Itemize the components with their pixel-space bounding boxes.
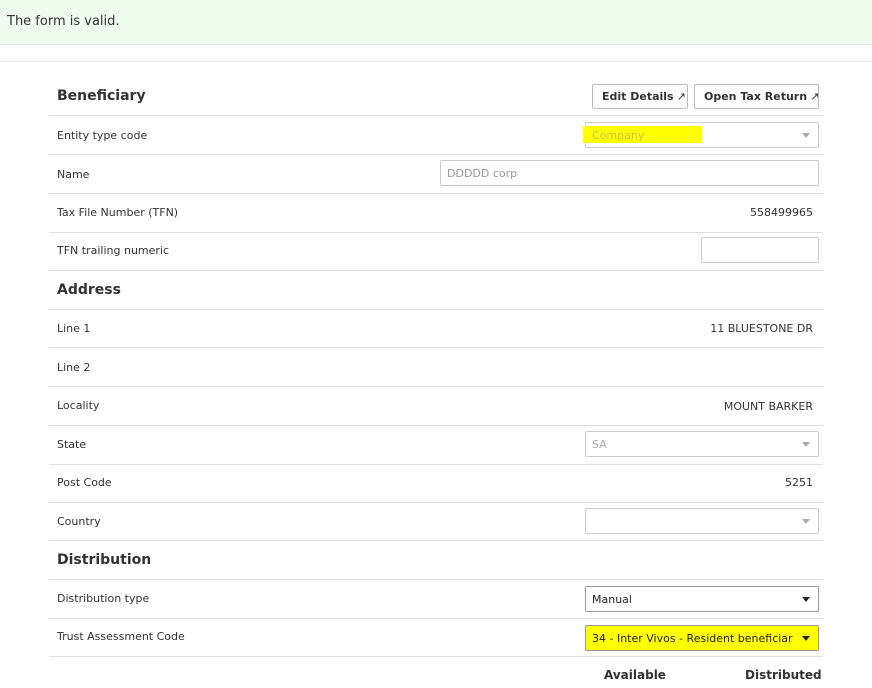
external-link-icon: ↗ xyxy=(810,90,820,103)
entity-type-select[interactable]: Company xyxy=(583,122,819,148)
edit-details-label: Edit Details xyxy=(602,90,674,103)
country-select[interactable] xyxy=(585,508,819,534)
distribution-header: Distribution xyxy=(49,541,823,580)
section-title-beneficiary: Beneficiary xyxy=(57,88,146,104)
line1-label: Line 1 xyxy=(57,322,91,335)
trust-code-label: Trust Assessment Code xyxy=(57,630,185,643)
validation-banner: The form is valid. xyxy=(0,0,872,45)
form-row-entity-type: Entity type code Company xyxy=(49,116,823,155)
form-row-distribution-type: Distribution type Manual xyxy=(49,580,823,619)
distribution-type-select[interactable]: Manual xyxy=(585,586,819,612)
form-row-state: State SA xyxy=(49,426,823,465)
tfn-trailing-input[interactable] xyxy=(701,237,819,263)
state-label: State xyxy=(57,438,87,451)
form-row-postcode: Post Code 5251 xyxy=(49,465,823,503)
form-row-tfn: Tax File Number (TFN) 558499965 xyxy=(49,194,823,233)
edit-details-button[interactable]: Edit Details ↗ xyxy=(592,84,688,109)
name-input[interactable]: DDDDD corp xyxy=(440,160,819,186)
name-label: Name xyxy=(57,168,90,181)
state-value: SA xyxy=(592,438,607,451)
distribution-type-label: Distribution type xyxy=(57,592,150,605)
name-value: DDDDD corp xyxy=(447,167,518,180)
distribution-type-value: Manual xyxy=(592,593,632,606)
external-link-icon: ↗ xyxy=(676,90,686,103)
open-tax-return-label: Open Tax Return xyxy=(704,90,808,103)
trust-code-value: 34 - Inter Vivos - Resident beneficiar xyxy=(592,632,793,645)
form-row-country: Country xyxy=(49,503,823,541)
state-select[interactable]: SA xyxy=(585,431,819,457)
locality-value: MOUNT BARKER xyxy=(723,400,813,413)
entity-type-label: Entity type code xyxy=(57,129,148,142)
chevron-down-icon xyxy=(802,133,810,138)
trust-code-select[interactable]: 34 - Inter Vivos - Resident beneficiar xyxy=(585,625,819,651)
form-row-tfn-trailing: TFN trailing numeric xyxy=(49,232,823,271)
form-row-line2: Line 2 xyxy=(49,348,823,387)
postcode-label: Post Code xyxy=(57,476,112,489)
locality-label: Locality xyxy=(57,399,100,412)
tfn-value: 558499965 xyxy=(750,206,813,219)
section-title-address: Address xyxy=(57,282,121,298)
postcode-value: 5251 xyxy=(785,476,813,489)
form-row-trust-code: Trust Assessment Code 34 - Inter Vivos -… xyxy=(49,619,823,657)
line1-value: 11 BLUESTONE DR xyxy=(710,322,813,335)
form-row-line1: Line 1 11 BLUESTONE DR xyxy=(49,310,823,348)
section-title-distribution: Distribution xyxy=(57,552,152,568)
tfn-label: Tax File Number (TFN) xyxy=(57,206,179,219)
divider xyxy=(0,61,872,62)
validation-message: The form is valid. xyxy=(7,14,120,29)
column-header-available: Available xyxy=(604,668,666,682)
chevron-down-icon xyxy=(802,597,810,602)
form-row-locality: Locality MOUNT BARKER xyxy=(49,387,823,426)
form-row-name: Name DDDDD corp xyxy=(49,155,823,194)
open-tax-return-button[interactable]: Open Tax Return ↗ xyxy=(694,84,819,109)
line2-label: Line 2 xyxy=(57,361,91,374)
entity-type-value: Company xyxy=(592,129,645,142)
tfn-trailing-label: TFN trailing numeric xyxy=(57,244,170,257)
column-header-distributed: Distributed xyxy=(745,668,822,682)
country-label: Country xyxy=(57,515,101,528)
chevron-down-icon xyxy=(802,442,810,447)
address-header: Address xyxy=(49,271,823,310)
chevron-down-icon xyxy=(802,636,810,641)
chevron-down-icon xyxy=(802,519,810,524)
beneficiary-header: Beneficiary Edit Details ↗ Open Tax Retur… xyxy=(49,78,823,116)
